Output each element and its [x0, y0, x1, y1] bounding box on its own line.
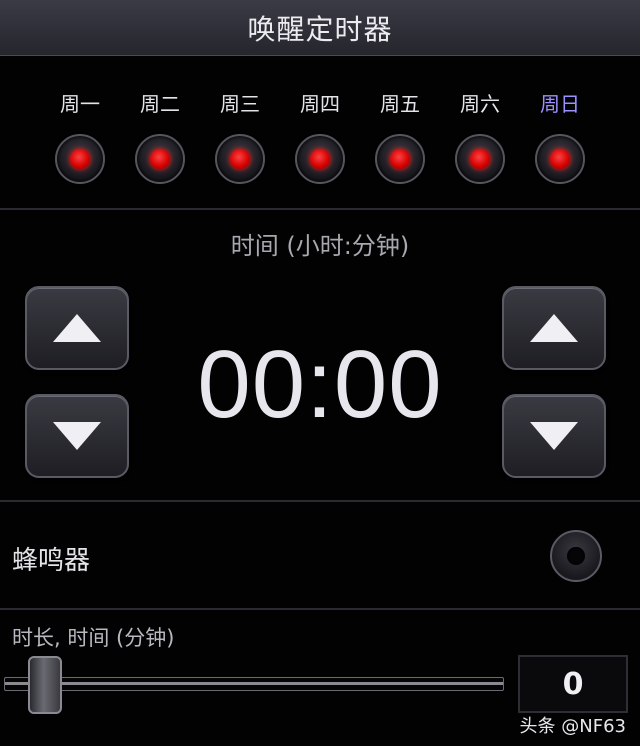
- day-label: 周五: [380, 92, 420, 116]
- day-label: 周四: [300, 92, 340, 116]
- hour-up-button[interactable]: [25, 286, 129, 370]
- time-display: 00:00: [197, 331, 443, 438]
- led-on-indicator: [150, 149, 170, 169]
- led-on-indicator: [550, 149, 570, 169]
- led-on-indicator: [390, 149, 410, 169]
- triangle-up-icon: [530, 314, 578, 342]
- day-label: 周一: [60, 92, 100, 116]
- divider: [0, 208, 640, 210]
- triangle-down-icon: [530, 422, 578, 450]
- divider: [0, 608, 640, 610]
- triangle-down-icon: [53, 422, 101, 450]
- hour-down-button[interactable]: [25, 394, 129, 478]
- day-label: 周六: [460, 92, 500, 116]
- led-on-indicator: [310, 149, 330, 169]
- divider: [0, 500, 640, 502]
- day-friday: 周五: [370, 90, 430, 190]
- weekday-selector: 周一 周二 周三 周四 周五 周六 周日: [50, 90, 590, 190]
- day-label: 周日: [540, 92, 580, 116]
- minute-down-button[interactable]: [502, 394, 606, 478]
- day-label: 周三: [220, 92, 260, 116]
- day-toggle-saturday[interactable]: [455, 134, 505, 184]
- buzzer-toggle[interactable]: [550, 530, 602, 582]
- day-tuesday: 周二: [130, 90, 190, 190]
- duration-slider-thumb[interactable]: [28, 656, 62, 714]
- title-bar: 唤醒定时器: [0, 0, 640, 56]
- slider-line: [5, 682, 503, 685]
- duration-value: 0: [518, 655, 628, 713]
- triangle-up-icon: [53, 314, 101, 342]
- watermark: 头条 @NF63: [519, 716, 626, 737]
- day-toggle-tuesday[interactable]: [135, 134, 185, 184]
- led-on-indicator: [230, 149, 250, 169]
- time-section-title: 时间 (小时:分钟): [230, 232, 410, 260]
- led-on-indicator: [470, 149, 490, 169]
- page-title: 唤醒定时器: [247, 12, 393, 46]
- day-monday: 周一: [50, 90, 110, 190]
- buzzer-label: 蜂鸣器: [12, 546, 91, 576]
- day-toggle-thursday[interactable]: [295, 134, 345, 184]
- duration-slider-track[interactable]: [4, 677, 504, 691]
- led-on-indicator: [70, 149, 90, 169]
- day-toggle-sunday[interactable]: [535, 134, 585, 184]
- day-thursday: 周四: [290, 90, 350, 190]
- day-toggle-friday[interactable]: [375, 134, 425, 184]
- day-label: 周二: [140, 92, 180, 116]
- day-wednesday: 周三: [210, 90, 270, 190]
- duration-label: 时长, 时间 (分钟): [12, 626, 175, 650]
- radio-off-indicator: [567, 547, 585, 565]
- day-toggle-monday[interactable]: [55, 134, 105, 184]
- day-sunday: 周日: [530, 90, 590, 190]
- minute-up-button[interactable]: [502, 286, 606, 370]
- day-saturday: 周六: [450, 90, 510, 190]
- day-toggle-wednesday[interactable]: [215, 134, 265, 184]
